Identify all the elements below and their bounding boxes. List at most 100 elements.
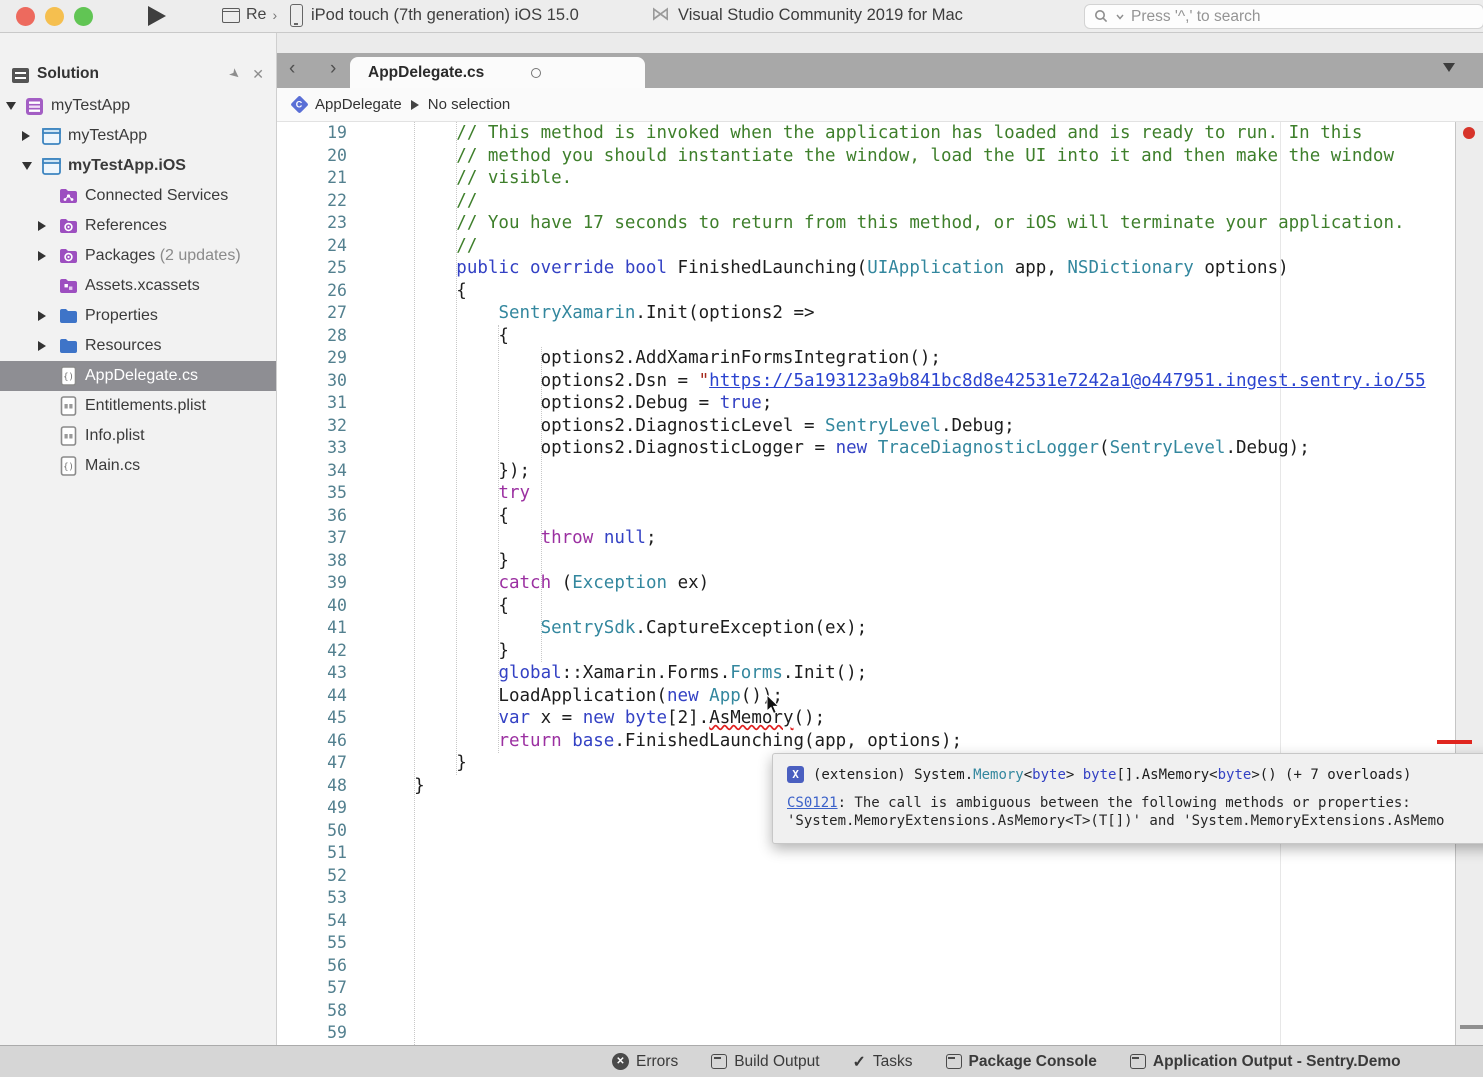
code-line-46[interactable]: 46 return base.FinishedLaunching(app, op… <box>277 730 1483 753</box>
sidebar-item-packages[interactable]: Packages (2 updates) <box>0 241 276 271</box>
breadcrumb-class[interactable]: AppDelegate <box>315 96 402 113</box>
mouse-cursor-icon <box>765 694 780 716</box>
breadcrumb-selection[interactable]: No selection <box>428 96 511 113</box>
code-line-32[interactable]: 32 options2.DiagnosticLevel = SentryLeve… <box>277 415 1483 438</box>
code-line-43[interactable]: 43 global::Xamarin.Forms.Forms.Init(); <box>277 662 1483 685</box>
code-line-59[interactable]: 59 <box>277 1022 1483 1045</box>
chevron-down-icon[interactable] <box>6 102 16 110</box>
code-line-38[interactable]: 38 } <box>277 550 1483 573</box>
sidebar-item-entitlements-plist[interactable]: Entitlements.plist <box>0 391 276 421</box>
sidebar-item-connected-services[interactable]: Connected Services <box>0 181 276 211</box>
code-line-51[interactable]: 51 <box>277 842 1483 865</box>
code-line-24[interactable]: 24 // <box>277 235 1483 258</box>
minimize-window-button[interactable] <box>45 7 64 26</box>
project-icon <box>41 126 61 146</box>
pad-application-output-sentry-demo[interactable]: Application Output - Sentry.Demo <box>1130 1053 1401 1071</box>
code-line-19[interactable]: 19 // This method is invoked when the ap… <box>277 122 1483 145</box>
line-number: 50 <box>277 820 347 843</box>
code-line-29[interactable]: 29 options2.AddXamarinFormsIntegration()… <box>277 347 1483 370</box>
code-line-35[interactable]: 35 try <box>277 482 1483 505</box>
chevron-down-icon <box>1116 14 1124 20</box>
code-line-39[interactable]: 39 catch (Exception ex) <box>277 572 1483 595</box>
cs0121-link[interactable]: CS0121 <box>787 795 838 811</box>
code-line-27[interactable]: 27 SentryXamarin.Init(options2 => <box>277 302 1483 325</box>
sidebar-item-label: Assets.xcassets <box>85 277 200 295</box>
bottom-pad-bar: ✕Errors Build Output ✓Tasks Package Console… <box>0 1045 1483 1077</box>
tab-overflow-dropdown-icon[interactable] <box>1443 63 1455 72</box>
code-line-55[interactable]: 55 <box>277 932 1483 955</box>
code-editor[interactable]: 19 // This method is invoked when the ap… <box>277 122 1483 1045</box>
code-line-44[interactable]: 44 LoadApplication(new App()); <box>277 685 1483 708</box>
sidebar-item-references[interactable]: References <box>0 211 276 241</box>
sidebar-item-main-cs[interactable]: {)Main.cs <box>0 451 276 481</box>
sidebar-item-mytestapp[interactable]: myTestApp <box>0 121 276 151</box>
code-line-41[interactable]: 41 SentrySdk.CaptureException(ex); <box>277 617 1483 640</box>
code-line-42[interactable]: 42 } <box>277 640 1483 663</box>
pad-errors[interactable]: ✕Errors <box>612 1053 678 1071</box>
project-icon <box>41 156 61 176</box>
code-line-52[interactable]: 52 <box>277 865 1483 888</box>
pad-tasks[interactable]: ✓Tasks <box>853 1052 913 1072</box>
code-line-37[interactable]: 37 throw null; <box>277 527 1483 550</box>
code-line-45[interactable]: 45 var x = new byte[2].AsMemory(); <box>277 707 1483 730</box>
configuration-selector[interactable]: Re › <box>222 6 277 24</box>
search-input[interactable] <box>1131 8 1474 26</box>
close-window-button[interactable] <box>16 7 35 26</box>
code-lines: 19 // This method is invoked when the ap… <box>277 122 1483 1045</box>
code-text <box>347 910 372 933</box>
line-number: 27 <box>277 302 347 325</box>
pad-package-console[interactable]: Package Console <box>946 1053 1097 1071</box>
pad-icon <box>1130 1054 1146 1069</box>
chevron-right-icon[interactable] <box>38 341 46 351</box>
code-line-56[interactable]: 56 <box>277 955 1483 978</box>
chevron-down-icon[interactable] <box>22 162 32 170</box>
code-line-40[interactable]: 40 { <box>277 595 1483 618</box>
code-line-25[interactable]: 25 public override bool FinishedLaunchin… <box>277 257 1483 280</box>
code-line-33[interactable]: 33 options2.DiagnosticLogger = new Trace… <box>277 437 1483 460</box>
pad-label: Errors <box>636 1053 678 1071</box>
sidebar-item-label: Entitlements.plist <box>85 397 206 415</box>
chevron-right-icon[interactable] <box>38 221 46 231</box>
code-line-57[interactable]: 57 <box>277 977 1483 1000</box>
navigate-forward-button[interactable]: › <box>330 58 336 80</box>
code-line-22[interactable]: 22 // <box>277 190 1483 213</box>
code-line-28[interactable]: 28 { <box>277 325 1483 348</box>
chevron-right-icon[interactable] <box>22 131 30 141</box>
scrollbar-annotations[interactable] <box>1455 122 1483 1045</box>
sidebar-item-properties[interactable]: Properties <box>0 301 276 331</box>
code-line-26[interactable]: 26 { <box>277 280 1483 303</box>
sidebar-item-mytestapp[interactable]: myTestApp <box>0 91 276 121</box>
pad-build-output[interactable]: Build Output <box>711 1053 819 1071</box>
run-button[interactable] <box>148 6 166 26</box>
device-selector[interactable]: iPod touch (7th generation) iOS 15.0 <box>290 4 579 27</box>
sidebar-item-info-plist[interactable]: Info.plist <box>0 421 276 451</box>
dsn-url-link[interactable]: https://5a193123a9b841bc8d8e42531e7242a1… <box>709 371 1425 391</box>
code-line-53[interactable]: 53 <box>277 887 1483 910</box>
global-search[interactable] <box>1084 4 1483 29</box>
navigate-back-button[interactable]: ‹ <box>289 58 295 80</box>
sidebar-item-appdelegate-cs[interactable]: {)AppDelegate.cs <box>0 361 276 391</box>
chevron-right-icon[interactable] <box>38 251 46 261</box>
chevron-right-icon[interactable] <box>38 311 46 321</box>
code-line-54[interactable]: 54 <box>277 910 1483 933</box>
sidebar-item-resources[interactable]: Resources <box>0 331 276 361</box>
code-line-31[interactable]: 31 options2.Debug = true; <box>277 392 1483 415</box>
code-line-20[interactable]: 20 // method you should instantiate the … <box>277 145 1483 168</box>
sidebar-item-label: myTestApp <box>51 97 130 115</box>
sidebar-item-assets-xcassets[interactable]: Assets.xcassets <box>0 271 276 301</box>
unsaved-changes-icon[interactable] <box>531 68 541 78</box>
code-line-23[interactable]: 23 // You have 17 seconds to return from… <box>277 212 1483 235</box>
line-number: 28 <box>277 325 347 348</box>
code-line-58[interactable]: 58 <box>277 1000 1483 1023</box>
code-line-34[interactable]: 34 }); <box>277 460 1483 483</box>
code-line-21[interactable]: 21 // visible. <box>277 167 1483 190</box>
tab-appdelegate-cs[interactable]: AppDelegate.cs <box>350 57 645 88</box>
close-panel-icon[interactable]: ✕ <box>252 66 264 83</box>
code-line-36[interactable]: 36 { <box>277 505 1483 528</box>
zoom-window-button[interactable] <box>74 7 93 26</box>
code-line-30[interactable]: 30 options2.Dsn = "https://5a193123a9b84… <box>277 370 1483 393</box>
sidebar-item-label: Main.cs <box>85 457 140 475</box>
window-icon <box>222 8 240 23</box>
sidebar-item-mytestapp-ios[interactable]: myTestApp.iOS <box>0 151 276 181</box>
blue-folder-icon <box>58 336 78 356</box>
